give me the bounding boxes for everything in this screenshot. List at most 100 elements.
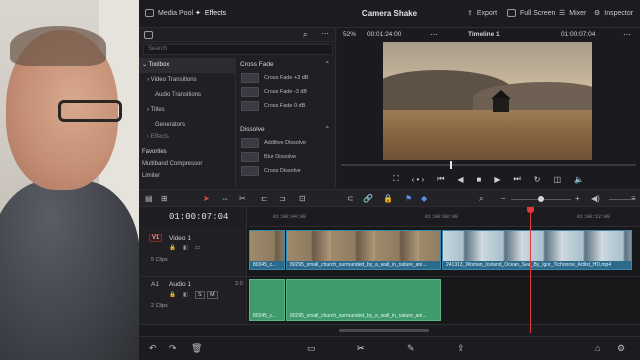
mute-button[interactable]: M [207, 291, 218, 299]
zoom-slider-handle[interactable] [538, 196, 544, 202]
tree-item-label: Video Transitions [150, 77, 197, 83]
solo-button[interactable]: S [195, 291, 205, 299]
tree-item-label: Effects [150, 134, 169, 140]
tree-item-audio-transitions[interactable]: Audio Transitions [139, 88, 235, 103]
effects-button[interactable]: ✦ Effects [195, 9, 226, 18]
search-icon[interactable]: ⌕ [303, 30, 307, 40]
timeline-ruler[interactable]: 01:00:04:00 01:00:08:00 01:00:12:00 [247, 207, 640, 227]
timeline-name[interactable]: Timeline 1 [468, 31, 500, 38]
effects-tree: ⌄ Toolbox › Video Transitions Audio Tran… [139, 58, 235, 141]
media-page-icon[interactable]: ▭ [307, 343, 316, 354]
tree-item-video-transitions[interactable]: › Video Transitions [139, 73, 235, 88]
undo-icon[interactable]: ↶ [149, 343, 157, 354]
favorite-item[interactable]: Limiter [139, 170, 235, 182]
playhead-line[interactable] [530, 207, 531, 333]
more-options-icon[interactable]: ⋯ [430, 30, 438, 39]
disable-video-icon[interactable]: ▭ [195, 245, 200, 251]
effect-item[interactable]: Additive Dissolve [236, 136, 336, 150]
auto-select-icon[interactable]: ◧ [183, 292, 188, 298]
tree-item-label: Titles [150, 107, 165, 113]
export-label: Export [476, 9, 498, 17]
zoom-in-icon[interactable]: + [575, 194, 580, 203]
trim-tool-icon[interactable]: ⇔ [221, 194, 229, 203]
media-pool-button[interactable]: Media Pool [145, 9, 193, 17]
stop-icon[interactable]: ■ [477, 175, 482, 184]
scrub-playhead[interactable] [450, 161, 452, 169]
effects-search-input[interactable]: Search [143, 44, 333, 55]
favorite-item[interactable]: Multiband Compressor [139, 158, 235, 170]
zoom-icon[interactable]: ⌕ [479, 194, 483, 204]
deliver-page-icon[interactable]: ⇪ [457, 343, 465, 354]
more-options-icon[interactable]: ⋯ [321, 29, 329, 38]
go-to-end-icon[interactable]: ⏭ [514, 174, 521, 184]
settings-icon[interactable]: ⚙ [617, 343, 625, 354]
timeline-view-icon[interactable]: ▤ [145, 194, 153, 203]
clip-label: 80295_small_church_surrounded_by_a_wall_… [290, 313, 427, 319]
mixer-button[interactable]: ☰ Mixer [559, 9, 586, 18]
play-reverse-icon[interactable]: ◀ [457, 175, 463, 184]
menu-icon[interactable]: ≡ [631, 194, 636, 203]
track-tag[interactable]: A1 [151, 281, 159, 288]
linked-selection-icon[interactable]: 🔗 [363, 194, 373, 203]
replace-icon[interactable]: ⊡ [299, 194, 306, 203]
tree-item-generators[interactable]: Generators [139, 118, 235, 133]
video-clip[interactable]: 80345_c... [249, 230, 285, 270]
tree-item-toolbox[interactable]: ⌄ Toolbox [139, 58, 235, 73]
redo-icon[interactable]: ↷ [169, 343, 177, 354]
volume-icon[interactable]: 🔈 [574, 175, 584, 184]
flag-icon[interactable]: ⚑ [405, 194, 412, 203]
audio-meter-icon[interactable]: ◀) [591, 194, 600, 203]
inspector-button[interactable]: ⚙ Inspector [594, 9, 633, 18]
play-icon[interactable]: ▶ [494, 175, 500, 184]
lock-icon[interactable]: 🔒 [169, 245, 176, 251]
ruler-tick-label: 01:00:04:00 [273, 214, 307, 220]
video-clip[interactable]: 80295_small_church_surrounded_by_a_wall_… [286, 230, 441, 270]
snapping-icon[interactable]: ⊂ [347, 194, 354, 203]
viewer-more-icon[interactable]: ⋯ [623, 30, 631, 39]
selection-tool-icon[interactable]: ➤ [203, 194, 210, 203]
audio-clip[interactable]: 80295_small_church_surrounded_by_a_wall_… [286, 279, 441, 321]
category-dissolve[interactable]: Dissolve ⌃ [236, 123, 336, 136]
tree-item-titles[interactable]: › Titles [139, 103, 235, 118]
color-page-icon[interactable]: ✎ [407, 343, 415, 354]
effect-item[interactable]: Cross Fade +3 dB [236, 71, 336, 85]
export-button[interactable]: ⇪ Export [467, 9, 498, 18]
audio-icon[interactable]: ◫ [553, 175, 561, 184]
category-cross-fade[interactable]: Cross Fade ⌃ [236, 58, 336, 71]
track-tag[interactable]: V1 [149, 234, 163, 242]
home-icon[interactable]: ⌂ [595, 343, 600, 353]
effects-list: Cross Fade ⌃ Cross Fade +3 dB Cross Fade… [235, 58, 336, 188]
toolbox-label: Toolbox [148, 62, 170, 68]
effect-item[interactable]: Cross Fade -3 dB [236, 85, 336, 99]
go-to-start-icon[interactable]: ⏮ [437, 174, 444, 184]
full-screen-button[interactable]: Full Screen [507, 9, 555, 17]
timeline-scrollbar[interactable] [339, 329, 429, 332]
frame-icon[interactable]: ⛶ [393, 174, 399, 184]
overwrite-icon[interactable]: ⊐ [279, 194, 286, 203]
cut-page-icon[interactable]: ✂ [357, 343, 365, 354]
lock-icon[interactable]: 🔒 [383, 194, 393, 203]
track-options-icon[interactable]: ⊞ [161, 194, 168, 203]
lock-icon[interactable]: 🔒 [169, 292, 176, 298]
viewer-scrub-bar[interactable] [341, 164, 636, 166]
blade-tool-icon[interactable]: ✂ [239, 194, 246, 203]
jog-icon[interactable]: ‹ • › [412, 175, 425, 184]
tree-item-effects[interactable]: › Effects [139, 133, 235, 141]
delete-icon[interactable]: 🗑 [191, 343, 202, 354]
volume-slider[interactable] [609, 199, 631, 200]
audio-clip[interactable]: 80345_c... [249, 279, 285, 321]
auto-select-icon[interactable]: ◧ [183, 245, 188, 251]
effect-item[interactable]: Cross Dissolve [236, 164, 336, 178]
video-clip[interactable]: 241313_Woman_Iceland_Ocean_Sea_By_Igor_T… [442, 230, 632, 270]
sidebar-toggle-icon[interactable] [144, 31, 153, 39]
zoom-out-icon[interactable]: − [501, 194, 506, 203]
effect-item[interactable]: Blur Dissolve [236, 150, 336, 164]
effect-item[interactable]: Cross Fade 0 dB [236, 99, 336, 113]
video-preview[interactable] [383, 42, 592, 160]
loop-icon[interactable]: ↻ [534, 175, 541, 184]
insert-icon[interactable]: ⊏ [261, 194, 268, 203]
clip-thumbnails [287, 231, 440, 261]
effect-label: Blur Dissolve [264, 154, 297, 160]
zoom-level[interactable]: 52% [343, 31, 356, 38]
marker-icon[interactable]: ◆ [421, 194, 427, 203]
